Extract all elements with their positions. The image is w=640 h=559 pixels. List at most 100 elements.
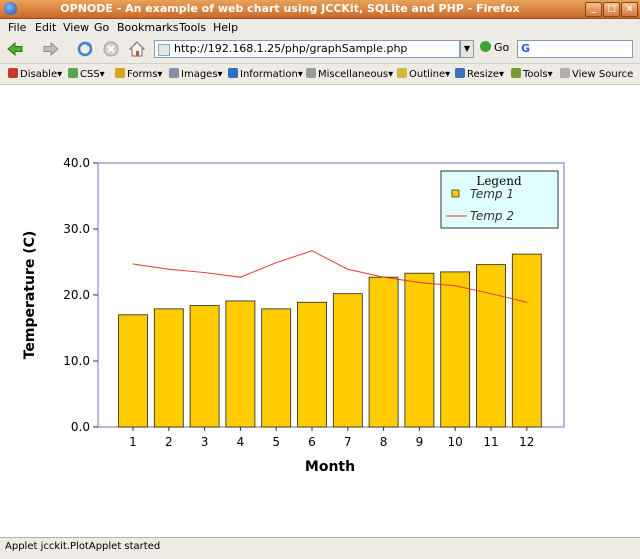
page-content: 0.0 10.0 20.0 30.0 40.0 1 2 3 4 5 6 7 8 9 10 11 12 Mont… <box>0 85 640 537</box>
legend-label-temp1: Temp 1 <box>470 187 514 201</box>
page-favicon <box>158 44 170 56</box>
menu-view[interactable]: View <box>63 21 89 34</box>
devbar-css[interactable]: CSS▾ <box>68 68 105 80</box>
temp2-point <box>168 268 170 270</box>
menu-bar: File Edit View Go Bookmarks Tools Help <box>0 19 640 35</box>
temp1-bar <box>225 300 256 428</box>
x-tick-label: 10 <box>448 435 463 449</box>
menu-edit[interactable]: Edit <box>35 21 56 34</box>
status-bar: Applet jcckit.PlotApplet started <box>0 537 640 559</box>
go-button[interactable]: Go <box>480 41 509 57</box>
go-icon <box>480 41 491 52</box>
legend-swatch-temp1 <box>451 189 460 198</box>
devbar-information[interactable]: Information▾ <box>228 68 303 80</box>
x-tick-label: 11 <box>483 435 498 449</box>
temp2-point <box>383 276 385 278</box>
menu-file[interactable]: File <box>8 21 26 34</box>
temp1-bar <box>118 314 148 428</box>
menu-help[interactable]: Help <box>213 21 238 34</box>
stop-icon[interactable] <box>102 40 120 58</box>
search-input[interactable]: G <box>517 40 633 58</box>
y-tick-label: 40.0 <box>63 156 90 170</box>
temperature-chart: 0.010.020.030.040.0 1 2 3 4 5 6 7 8 9 10 11 12 Mont… <box>22 156 565 475</box>
temp2-point <box>132 263 134 265</box>
x-tick-label: 4 <box>237 435 245 449</box>
temp1-bar <box>332 293 363 428</box>
temp1-bar <box>189 305 220 428</box>
temp1-bar <box>297 301 327 428</box>
temp1-bar <box>404 272 435 428</box>
resize-icon <box>455 68 465 78</box>
reload-icon[interactable] <box>76 40 94 58</box>
outline-icon <box>397 68 407 78</box>
temp2-point <box>526 301 528 303</box>
devbar-miscellaneous[interactable]: Miscellaneous▾ <box>306 68 393 80</box>
devbar-resize[interactable]: Resize▾ <box>455 68 504 80</box>
devbar-forms[interactable]: Forms▾ <box>115 68 162 80</box>
google-search-icon: G <box>521 42 531 55</box>
x-tick-label: 12 <box>519 435 534 449</box>
y-tick-label: 30.0 <box>63 222 90 236</box>
x-tick-label: 9 <box>416 435 424 449</box>
css-icon <box>68 68 78 78</box>
home-icon[interactable] <box>128 40 146 58</box>
temp2-point <box>454 285 456 287</box>
forward-icon[interactable] <box>42 40 60 58</box>
temp2-point <box>347 268 349 270</box>
x-axis-label: Month <box>305 459 355 475</box>
temp1-bar <box>368 276 399 428</box>
web-developer-toolbar: Disable▾ CSS▾ Forms▾ Images▾ Information… <box>0 64 640 85</box>
maximize-button[interactable]: □ <box>603 2 620 17</box>
x-tick-label: 5 <box>272 435 280 449</box>
back-icon[interactable] <box>6 40 24 58</box>
status-text: Applet jcckit.PlotApplet started <box>5 541 161 552</box>
x-tick-label: 8 <box>380 435 388 449</box>
temp2-point <box>418 281 420 284</box>
temp2-point <box>490 293 492 295</box>
view-source-icon <box>560 68 570 78</box>
devbar-disable[interactable]: Disable▾ <box>8 68 62 80</box>
menu-go[interactable]: Go <box>94 21 109 34</box>
devbar-outline[interactable]: Outline▾ <box>397 68 450 80</box>
legend: Legend Temp 1 Temp 2 <box>440 170 559 229</box>
information-icon <box>228 68 238 78</box>
y-tick-label: 10.0 <box>63 354 90 368</box>
images-icon <box>169 68 179 78</box>
go-label: Go <box>494 41 510 54</box>
temp2-point <box>311 250 313 252</box>
close-button[interactable]: × <box>621 2 638 17</box>
address-url: http://192.168.1.25/php/graphSample.php <box>174 42 408 55</box>
forms-icon <box>115 68 125 78</box>
temp1-bar <box>261 308 292 428</box>
temp1-bar <box>476 264 506 428</box>
devbar-view-source[interactable]: View Source <box>560 68 633 80</box>
x-tick-label: 1 <box>129 435 137 449</box>
devbar-tools[interactable]: Tools▾ <box>511 68 553 80</box>
title-bar: OPNODE - An example of web chart using J… <box>0 0 640 19</box>
temp2-point <box>275 262 277 264</box>
address-dropdown-button[interactable]: ▼ <box>460 40 474 58</box>
window-title: OPNODE - An example of web chart using J… <box>60 2 520 15</box>
legend-label-temp2: Temp 2 <box>470 209 514 223</box>
temp2-point <box>204 271 206 274</box>
disable-icon <box>8 68 18 78</box>
miscellaneous-icon <box>306 68 316 78</box>
minimize-button[interactable]: _ <box>585 2 602 17</box>
temp1-bar <box>511 253 542 428</box>
temp2-point <box>239 276 241 278</box>
x-tick-label: 6 <box>308 435 316 449</box>
x-tick-label: 3 <box>201 435 209 449</box>
tools-icon <box>511 68 521 78</box>
legend-title: Legend <box>476 174 522 188</box>
temp1-bar <box>153 308 184 428</box>
address-bar[interactable]: http://192.168.1.25/php/graphSample.php <box>154 40 460 58</box>
devbar-images[interactable]: Images▾ <box>169 68 223 80</box>
menu-tools[interactable]: Tools <box>179 21 206 34</box>
temp1-bar <box>440 271 471 428</box>
x-tick-label: 7 <box>344 435 352 449</box>
x-tick-label: 2 <box>165 435 173 449</box>
menu-bookmarks[interactable]: Bookmarks <box>117 21 178 34</box>
y-tick-label: 20.0 <box>63 288 90 302</box>
y-tick-label: 0.0 <box>71 420 90 434</box>
y-axis-label: Temperature (C) <box>22 231 38 360</box>
